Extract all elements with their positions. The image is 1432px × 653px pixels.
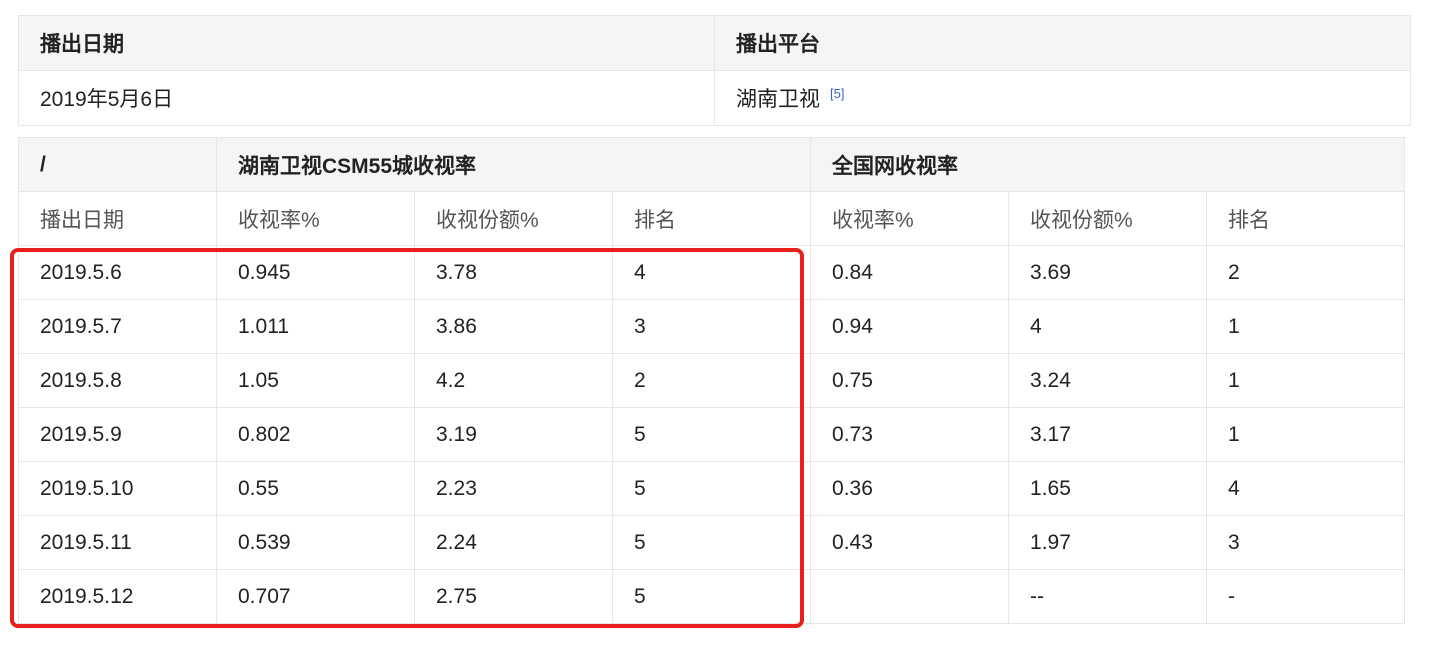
table-row: 2019.5.9 0.802 3.19 5 0.73 3.17 1 (18, 407, 1406, 462)
header-broadcast-platform: 播出平台 (714, 15, 1411, 71)
cell-csm-rating: 0.802 (216, 407, 415, 462)
cell-national-share: 1.65 (1008, 461, 1208, 516)
cell-csm-rank: 4 (611, 245, 812, 300)
cell-csm-rating: 0.55 (216, 461, 415, 516)
cell-national-rank: 1 (1206, 299, 1406, 354)
cell-csm-share: 2.75 (414, 569, 613, 624)
table-row: 2019.5.8 1.05 4.2 2 0.75 3.24 1 (18, 353, 1406, 408)
cell-national-rank: 1 (1206, 407, 1406, 462)
ratings-table: / 湖南卫视CSM55城收视率 全国网收视率 播出日期 收视率% 收视份额% 排… (18, 137, 1406, 624)
cell-national-share: -- (1008, 569, 1208, 624)
cell-national-rating: 0.36 (810, 461, 1010, 516)
cell-csm-rating: 1.011 (216, 299, 415, 354)
broadcast-info-table: 播出日期 播出平台 2019年5月6日 湖南卫视 [5] (18, 15, 1411, 126)
cell-date: 2019.5.7 (18, 299, 217, 354)
subheader-national-share: 收视份额% (1008, 191, 1208, 246)
cell-csm-share: 3.78 (414, 245, 613, 300)
cell-national-rating: 0.73 (810, 407, 1010, 462)
cell-csm-share: 2.23 (414, 461, 613, 516)
cell-national-rank: 4 (1206, 461, 1406, 516)
header-corner: / (18, 137, 217, 192)
subheader-date: 播出日期 (18, 191, 217, 246)
subheader-csm-share: 收视份额% (414, 191, 613, 246)
cell-national-rating: 0.43 (810, 515, 1010, 570)
cell-national-rank: 1 (1206, 353, 1406, 408)
cell-date: 2019.5.10 (18, 461, 217, 516)
cell-national-rank: 2 (1206, 245, 1406, 300)
subheader-national-rating: 收视率% (810, 191, 1010, 246)
cell-date: 2019.5.11 (18, 515, 217, 570)
subheader-csm-rank: 排名 (611, 191, 812, 246)
cell-national-rank: - (1206, 569, 1406, 624)
cell-date: 2019.5.12 (18, 569, 217, 624)
cell-date: 2019.5.6 (18, 245, 217, 300)
cell-national-rating (810, 569, 1010, 624)
cell-csm-rank: 5 (611, 461, 812, 516)
cell-csm-share: 2.24 (414, 515, 613, 570)
broadcast-date: 2019年5月6日 (18, 70, 715, 126)
cell-national-share: 3.24 (1008, 353, 1208, 408)
cell-csm-rating: 0.539 (216, 515, 415, 570)
sub-header-row: 播出日期 收视率% 收视份额% 排名 收视率% 收视份额% 排名 (18, 191, 1406, 246)
cell-national-rating: 0.94 (810, 299, 1010, 354)
header-national-ratings: 全国网收视率 (810, 137, 1406, 192)
cell-date: 2019.5.8 (18, 353, 217, 408)
cell-csm-rating: 0.945 (216, 245, 415, 300)
group-header-row: / 湖南卫视CSM55城收视率 全国网收视率 (18, 137, 1406, 192)
subheader-national-rank: 排名 (1206, 191, 1406, 246)
cell-csm-rank: 5 (611, 407, 812, 462)
cell-national-rating: 0.84 (810, 245, 1010, 300)
cell-national-share: 3.69 (1008, 245, 1208, 300)
cell-csm-share: 4.2 (414, 353, 613, 408)
reference-link[interactable]: [5] (830, 86, 844, 101)
table-row: 2019.5.6 0.945 3.78 4 0.84 3.69 2 (18, 245, 1406, 300)
cell-date: 2019.5.9 (18, 407, 217, 462)
broadcast-header-row: 播出日期 播出平台 (18, 15, 1411, 71)
cell-csm-rank: 3 (611, 299, 812, 354)
cell-csm-share: 3.19 (414, 407, 613, 462)
table-row: 2019.5.11 0.539 2.24 5 0.43 1.97 3 (18, 515, 1406, 570)
cell-csm-rank: 5 (611, 515, 812, 570)
cell-national-share: 1.97 (1008, 515, 1208, 570)
cell-csm-rating: 0.707 (216, 569, 415, 624)
subheader-csm-rating: 收视率% (216, 191, 415, 246)
cell-csm-rank: 2 (611, 353, 812, 408)
cell-csm-share: 3.86 (414, 299, 613, 354)
header-csm55-ratings: 湖南卫视CSM55城收视率 (215, 137, 812, 192)
broadcast-platform: 湖南卫视 (736, 88, 820, 111)
cell-national-share: 4 (1008, 299, 1208, 354)
cell-national-rank: 3 (1206, 515, 1406, 570)
cell-csm-rank: 5 (611, 569, 812, 624)
table-row: 2019.5.10 0.55 2.23 5 0.36 1.65 4 (18, 461, 1406, 516)
table-row: 2019.5.12 0.707 2.75 5 -- - (18, 569, 1406, 624)
cell-csm-rating: 1.05 (216, 353, 415, 408)
broadcast-platform-cell: 湖南卫视 [5] (714, 70, 1411, 126)
header-broadcast-date: 播出日期 (18, 15, 715, 71)
cell-national-rating: 0.75 (810, 353, 1010, 408)
broadcast-value-row: 2019年5月6日 湖南卫视 [5] (18, 70, 1411, 126)
table-row: 2019.5.7 1.011 3.86 3 0.94 4 1 (18, 299, 1406, 354)
cell-national-share: 3.17 (1008, 407, 1208, 462)
